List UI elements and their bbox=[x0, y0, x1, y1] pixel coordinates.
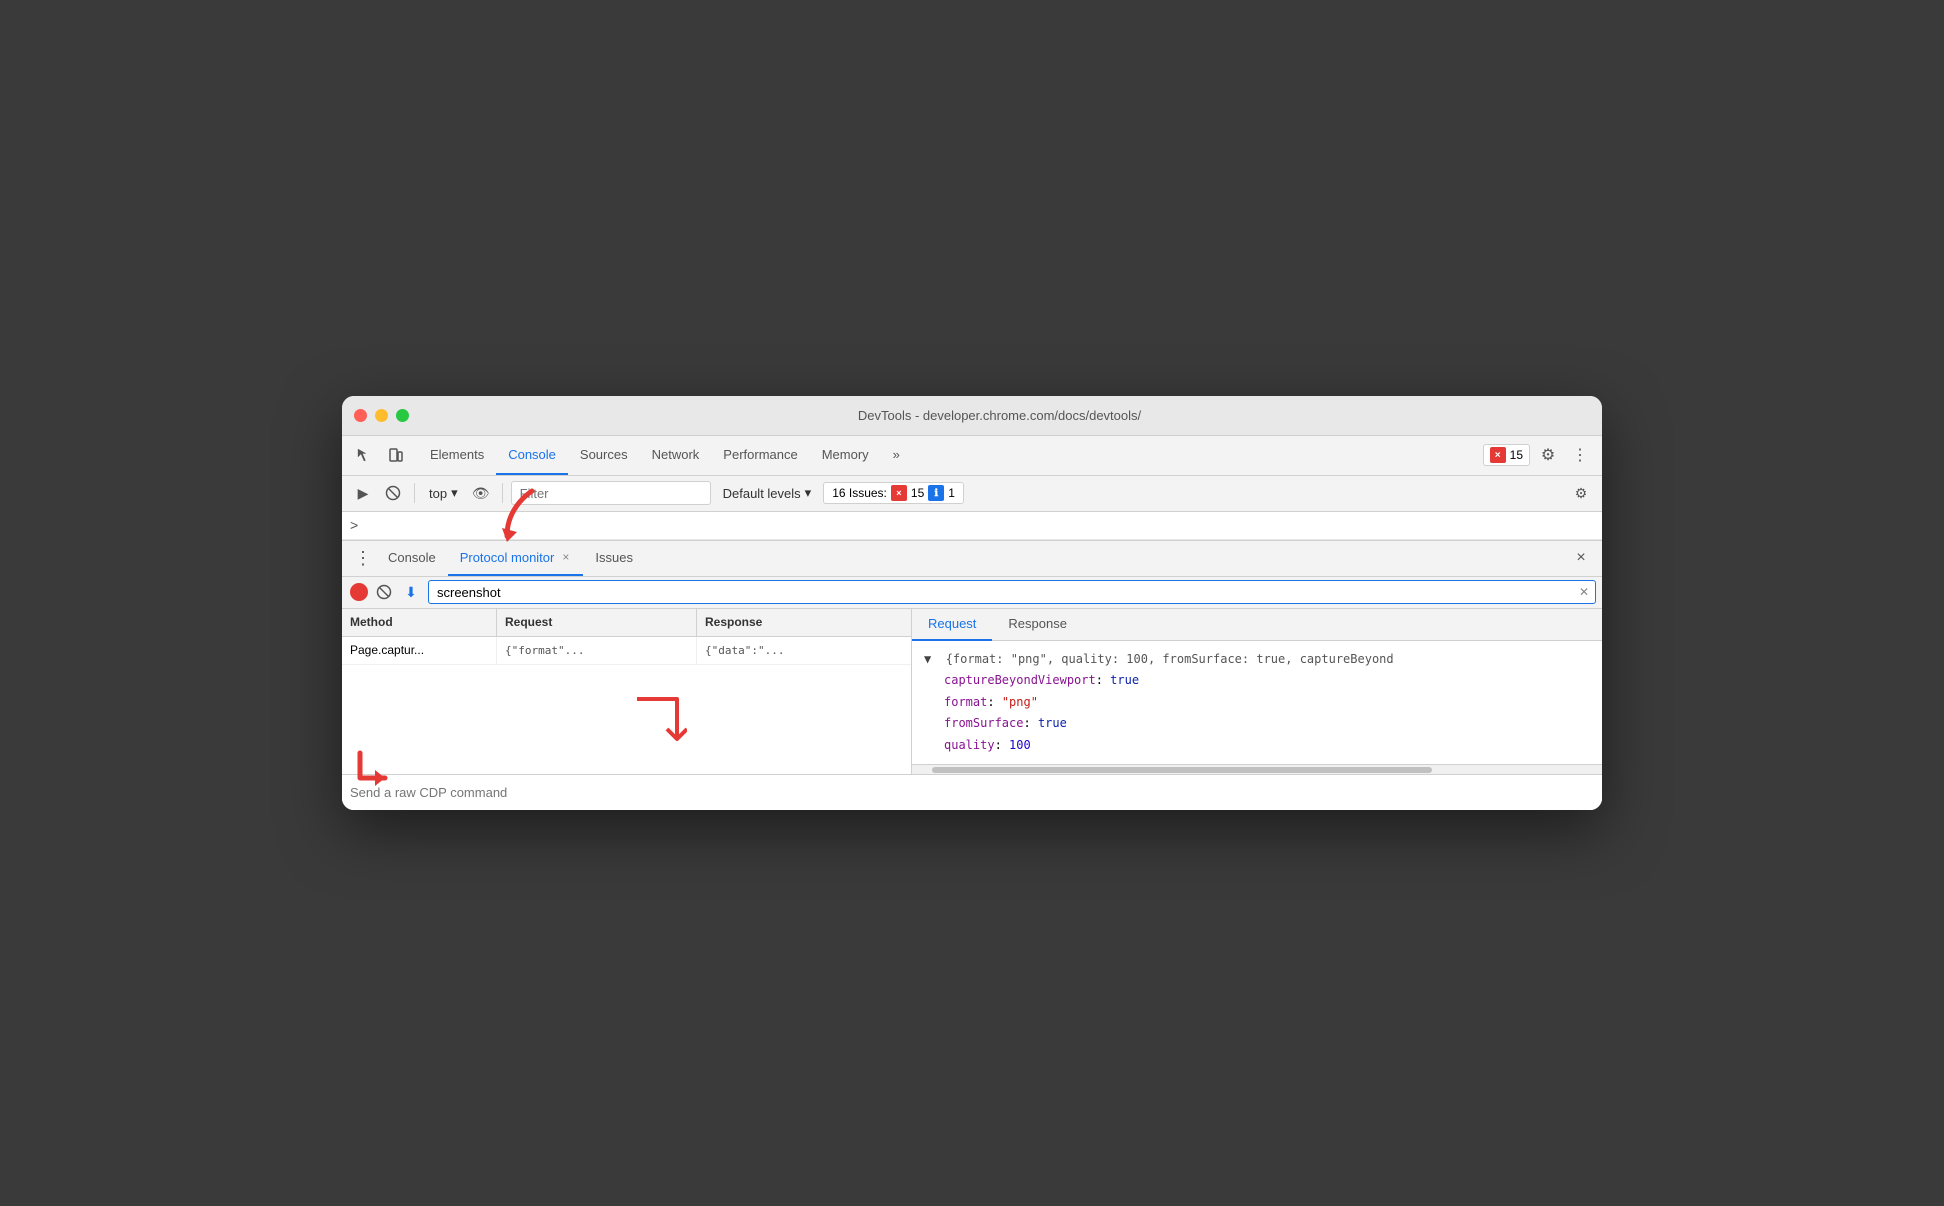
drawer-tab-console[interactable]: Console bbox=[376, 540, 448, 576]
tab-more[interactable]: » bbox=[881, 435, 912, 475]
tab-bar-icons bbox=[350, 441, 410, 469]
json-properties: captureBeyondViewport: true format: "png… bbox=[924, 670, 1590, 756]
json-prop-captureBeyondViewport: captureBeyondViewport: true bbox=[944, 670, 1590, 692]
minimize-button[interactable] bbox=[375, 409, 388, 422]
expand-icon[interactable]: > bbox=[350, 517, 358, 533]
detail-tab-response[interactable]: Response bbox=[992, 609, 1083, 641]
maximize-button[interactable] bbox=[396, 409, 409, 422]
pm-download-button[interactable]: ⬇ bbox=[400, 581, 422, 603]
json-triangle[interactable]: ▼ bbox=[924, 652, 931, 666]
pm-search-clear-button[interactable]: ✕ bbox=[1574, 582, 1594, 602]
close-button[interactable] bbox=[354, 409, 367, 422]
table-row[interactable]: Page.captur... {"format"... {"data":"... bbox=[342, 637, 911, 665]
method-cell: Page.captur... bbox=[342, 637, 497, 664]
drawer-tab-bar: ⋮ Console Protocol monitor × Issues × bbox=[342, 541, 1602, 577]
drawer-tab-protocol-monitor[interactable]: Protocol monitor × bbox=[448, 540, 584, 576]
protocol-monitor-close-icon[interactable]: × bbox=[560, 549, 571, 565]
tab-elements[interactable]: Elements bbox=[418, 435, 496, 475]
pm-clear-button[interactable] bbox=[374, 582, 394, 602]
pm-bottom-bar bbox=[342, 774, 1602, 810]
response-header: Response bbox=[697, 609, 911, 636]
device-toolbar-button[interactable] bbox=[382, 441, 410, 469]
issues-error-count: 15 bbox=[911, 486, 924, 500]
run-button[interactable]: ▶ bbox=[350, 480, 376, 506]
pm-table: Method Request Response bbox=[342, 609, 912, 775]
devtools-window: DevTools - developer.chrome.com/docs/dev… bbox=[342, 396, 1602, 811]
request-cell: {"format"... bbox=[497, 637, 697, 664]
detail-tab-request[interactable]: Request bbox=[912, 609, 992, 641]
method-header: Method bbox=[342, 609, 497, 636]
titlebar: DevTools - developer.chrome.com/docs/dev… bbox=[342, 396, 1602, 436]
default-levels-button[interactable]: Default levels ▾ bbox=[715, 483, 820, 503]
pm-horizontal-scrollbar[interactable] bbox=[912, 764, 1602, 774]
divider2 bbox=[502, 483, 503, 503]
drawer-tab-issues[interactable]: Issues bbox=[583, 540, 645, 576]
tab-sources[interactable]: Sources bbox=[568, 435, 640, 475]
error-count: 15 bbox=[1510, 448, 1523, 462]
pm-scroll-thumb[interactable] bbox=[932, 767, 1432, 773]
error-icon: × bbox=[1490, 447, 1506, 463]
divider bbox=[414, 483, 415, 503]
eye-button[interactable]: 👁 bbox=[468, 480, 494, 506]
pm-search-input[interactable] bbox=[428, 580, 1596, 604]
tab-bar-right: × 15 ⚙ ⋮ bbox=[1483, 441, 1594, 469]
drawer-more-button[interactable]: ⋮ bbox=[350, 545, 376, 571]
pm-detail-content: ▼ {format: "png", quality: 100, fromSurf… bbox=[912, 641, 1602, 765]
traffic-lights bbox=[354, 409, 409, 422]
issues-info-icon: ℹ bbox=[928, 485, 944, 501]
devtools-panel: Elements Console Sources Network Perform… bbox=[342, 436, 1602, 811]
chevron-down-icon: ▾ bbox=[451, 485, 458, 501]
red-arrow-down bbox=[355, 748, 410, 788]
arrow-to-input bbox=[342, 770, 911, 774]
pm-toolbar: ⬇ ✕ bbox=[342, 577, 1602, 609]
cdp-command-input[interactable] bbox=[350, 785, 1594, 800]
console-breadcrumb: > bbox=[342, 512, 1602, 540]
issues-badge[interactable]: 16 Issues: × 15 ℹ 1 bbox=[823, 482, 964, 504]
tab-memory[interactable]: Memory bbox=[810, 435, 881, 475]
settings-button[interactable]: ⚙ bbox=[1534, 441, 1562, 469]
json-summary-line: ▼ {format: "png", quality: 100, fromSurf… bbox=[924, 649, 1590, 671]
protocol-monitor-content: ⬇ ✕ Method Request bbox=[342, 577, 1602, 811]
response-cell: {"data":"... bbox=[697, 637, 911, 664]
json-prop-format: format: "png" bbox=[944, 692, 1590, 714]
console-toolbar: ▶ top ▾ 👁 Default levels ▾ 16 Issues: bbox=[342, 476, 1602, 512]
top-context-selector[interactable]: top ▾ bbox=[423, 483, 464, 503]
tab-network[interactable]: Network bbox=[640, 435, 712, 475]
drawer: ⋮ Console Protocol monitor × Issues × bbox=[342, 540, 1602, 811]
request-header: Request bbox=[497, 609, 697, 636]
tab-console[interactable]: Console bbox=[496, 435, 568, 475]
issues-info-count: 1 bbox=[948, 486, 955, 500]
pm-detail-tabs: Request Response bbox=[912, 609, 1602, 641]
window-title: DevTools - developer.chrome.com/docs/dev… bbox=[409, 408, 1590, 423]
pm-split-view: Method Request Response bbox=[342, 609, 1602, 775]
pm-detail-panel: Request Response ▼ {format: "png", quali… bbox=[912, 609, 1602, 775]
issues-error-icon: × bbox=[891, 485, 907, 501]
filter-input[interactable] bbox=[511, 481, 711, 505]
top-tab-bar: Elements Console Sources Network Perform… bbox=[342, 436, 1602, 476]
chevron-down-icon2: ▾ bbox=[805, 485, 812, 501]
pm-table-header: Method Request Response bbox=[342, 609, 911, 637]
clear-console-button[interactable] bbox=[380, 480, 406, 506]
tab-performance[interactable]: Performance bbox=[711, 435, 809, 475]
error-count-badge[interactable]: × 15 bbox=[1483, 444, 1530, 466]
console-settings-button[interactable]: ⚙ bbox=[1568, 480, 1594, 506]
drawer-close-button[interactable]: × bbox=[1568, 545, 1594, 571]
pm-record-button[interactable] bbox=[350, 583, 368, 601]
json-prop-quality: quality: 100 bbox=[944, 735, 1590, 757]
json-prop-fromSurface: fromSurface: true bbox=[944, 713, 1590, 735]
inspect-element-button[interactable] bbox=[350, 441, 378, 469]
more-options-button[interactable]: ⋮ bbox=[1566, 441, 1594, 469]
